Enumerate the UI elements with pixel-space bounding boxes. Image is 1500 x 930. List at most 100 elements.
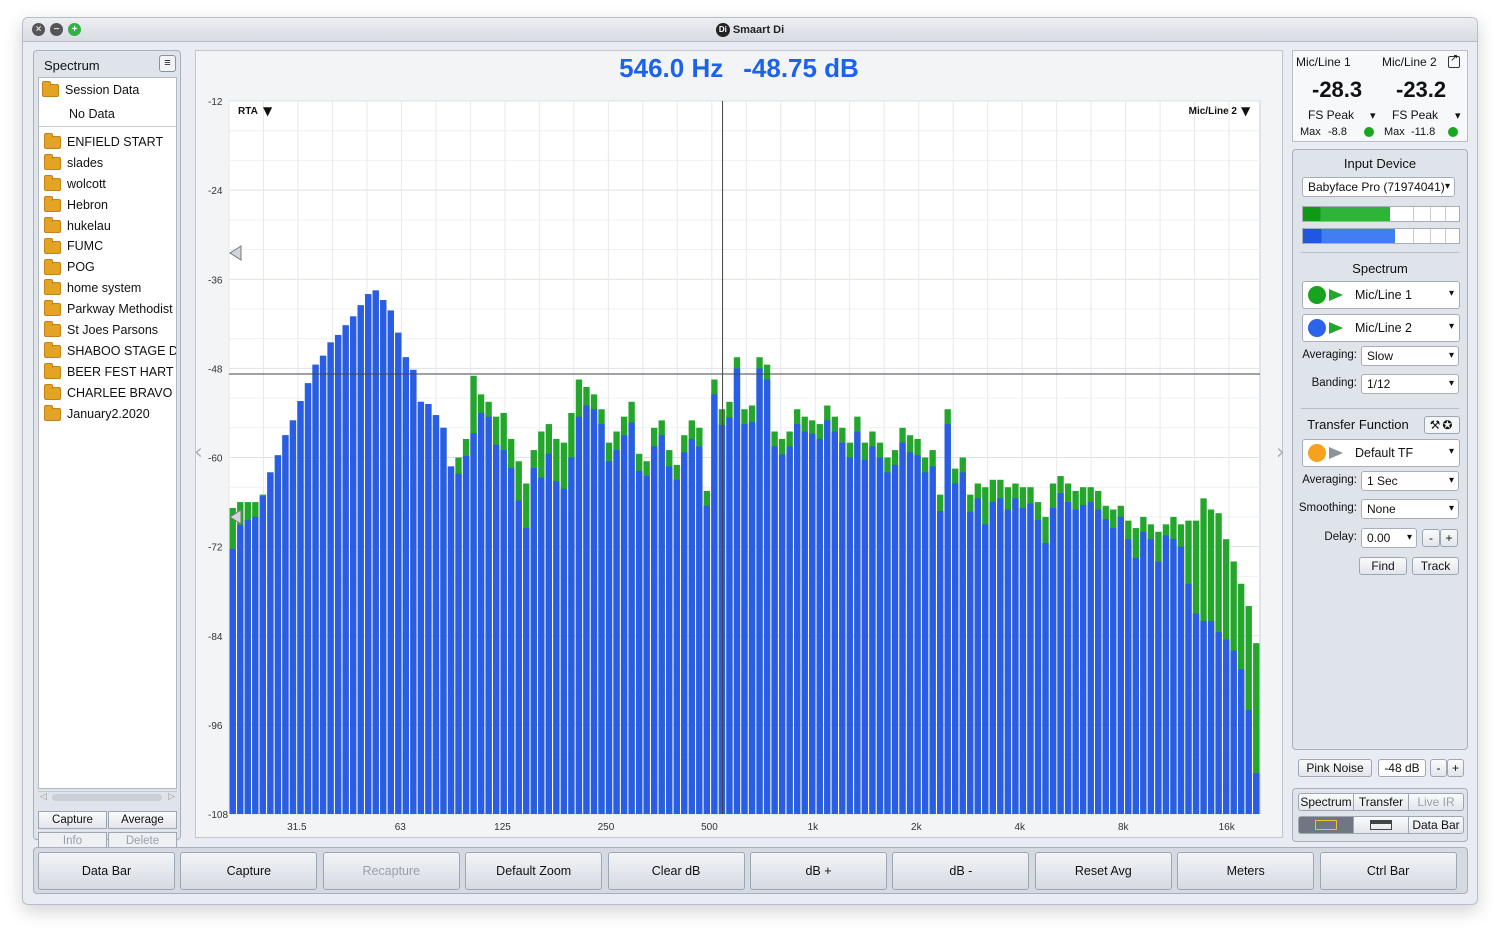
measurement-2-name: Mic/Line 2 — [1355, 321, 1412, 335]
data-bar-button[interactable]: Data Bar — [38, 852, 175, 890]
chevron-down-icon[interactable]: ▾ — [1449, 321, 1454, 332]
chevron-down-icon[interactable]: ▾ — [1449, 288, 1454, 299]
session-data-label: Session Data — [65, 83, 140, 97]
folder-item[interactable]: BEER FEST HART — [39, 362, 176, 383]
tab-spectrum[interactable]: Spectrum — [1298, 793, 1354, 811]
split-view-button[interactable] — [1353, 816, 1409, 834]
bar-mic-line-2 — [560, 488, 568, 814]
play-icon[interactable] — [1329, 447, 1343, 459]
bar-mic-line-2 — [681, 452, 688, 814]
bar-mic-line-2 — [244, 519, 251, 814]
bar-mic-line-2 — [575, 416, 583, 814]
folder-item[interactable]: CHARLEE BRAVO — [39, 383, 176, 404]
pink-noise-level[interactable]: -48 dB — [1378, 759, 1426, 777]
average-button[interactable]: Average — [108, 811, 177, 829]
data-bar-toggle[interactable]: Data Bar — [1408, 816, 1464, 834]
spectrum-measurement-1[interactable]: Mic/Line 1 ▾ — [1302, 281, 1460, 309]
pink-noise-button[interactable]: Pink Noise — [1298, 759, 1372, 777]
folder-item[interactable]: hukelau — [39, 216, 176, 237]
data-library-list[interactable]: Session Data No Data ENFIELD START slades… — [38, 77, 177, 789]
bar-mic-line-2 — [989, 502, 997, 814]
single-view-icon — [1315, 820, 1337, 830]
tf-measurement[interactable]: Default TF ▾ — [1302, 439, 1460, 467]
folder-icon — [44, 216, 61, 233]
track-button[interactable]: Track — [1412, 557, 1459, 575]
bar-mic-line-2 — [1140, 531, 1147, 814]
bar-mic-line-2 — [312, 364, 319, 814]
folder-item[interactable]: St Joes Parsons — [39, 320, 176, 341]
horizontal-scrollbar[interactable]: ◁ ▷ — [38, 791, 177, 803]
smoothing-select[interactable]: None — [1361, 499, 1459, 519]
folder-item[interactable]: wolcott — [39, 174, 176, 195]
bar-mic-line-2 — [891, 464, 899, 814]
pink-level-increase-button[interactable]: + — [1447, 759, 1464, 777]
spectrum-measurement-2[interactable]: Mic/Line 2 ▾ — [1302, 314, 1460, 342]
tf-tools-icon[interactable]: ⚒✪ — [1424, 416, 1460, 434]
session-data-item[interactable]: Session Data — [42, 81, 140, 98]
folder-item[interactable]: ENFIELD START — [39, 132, 176, 153]
window-title: Di Smaart Di — [23, 23, 1477, 37]
bar-mic-line-2 — [259, 496, 267, 814]
rta-plot[interactable]: -12 -24 -36 -48 -60 -72 -84 -96 -108 31.5 63 125 250… — [196, 51, 1284, 839]
meter-1-mode[interactable]: FS Peak — [1308, 108, 1354, 122]
banding-select[interactable]: 1/12 — [1361, 374, 1459, 394]
bar-mic-line-2 — [1110, 528, 1117, 814]
ctrl-bar-button[interactable]: Ctrl Bar — [1319, 852, 1457, 890]
play-icon[interactable] — [1329, 289, 1343, 301]
meters-button[interactable]: Meters — [1177, 852, 1315, 890]
clear-db-button[interactable]: Clear dB — [607, 852, 745, 890]
spectrum-averaging-select[interactable]: Slow — [1361, 346, 1459, 366]
bar-mic-line-2 — [1222, 639, 1230, 814]
measurement-2-color-icon[interactable] — [1308, 319, 1326, 337]
meter-2-mode[interactable]: FS Peak — [1392, 108, 1438, 122]
input-device-select[interactable]: Babyface Pro (71974041) — [1302, 177, 1455, 197]
bar-mic-line-2 — [937, 510, 944, 814]
list-menu-icon[interactable]: ≡ — [159, 55, 176, 72]
folder-item[interactable]: SHABOO STAGE D — [39, 341, 176, 362]
bar-mic-line-2 — [1192, 613, 1200, 814]
scroll-right-icon[interactable]: ▷ — [168, 791, 175, 802]
meter-2-name: Mic/Line 2 — [1382, 55, 1437, 69]
capture-button[interactable]: Capture — [38, 811, 107, 829]
rta-graph-panel[interactable]: 546.0 Hz -48.75 dB -12 -24 -36 -48 -60 -72 -84-… — [195, 50, 1284, 839]
tab-live-ir[interactable]: Live IR — [1408, 793, 1464, 811]
folder-icon — [44, 383, 61, 400]
meter-2-mode-chevron-icon[interactable]: ▾ — [1455, 109, 1461, 122]
bar-mic-line-2 — [914, 455, 921, 814]
pink-level-decrease-button[interactable]: - — [1430, 759, 1447, 777]
reset-avg-button[interactable]: Reset Avg — [1034, 852, 1172, 890]
scroll-left-icon[interactable]: ◁ — [40, 791, 47, 802]
tf-averaging-select[interactable]: 1 Sec — [1361, 471, 1459, 491]
scrollbar-thumb[interactable] — [52, 794, 162, 801]
mode-dropdown-icon: ▼ — [263, 104, 273, 118]
play-icon[interactable] — [1329, 322, 1343, 334]
measurement-1-color-icon[interactable] — [1308, 286, 1326, 304]
delay-input[interactable]: 0.00 — [1361, 528, 1417, 548]
default-zoom-button[interactable]: Default Zoom — [465, 852, 603, 890]
folder-item[interactable]: POG — [39, 257, 176, 278]
delay-decrease-button[interactable]: - — [1422, 529, 1440, 547]
folder-icon — [44, 300, 61, 317]
db-button[interactable]: dB + — [750, 852, 887, 890]
folder-item[interactable]: slades — [39, 153, 176, 174]
delay-increase-button[interactable]: + — [1440, 529, 1458, 547]
bar-mic-line-2 — [282, 435, 289, 814]
recapture-button[interactable]: Recapture — [322, 852, 460, 890]
folder-item[interactable]: January2.2020 — [39, 404, 176, 425]
tf-color-icon[interactable] — [1308, 444, 1326, 462]
folder-item[interactable]: Hebron — [39, 195, 176, 216]
chevron-down-icon[interactable]: ▾ — [1449, 446, 1454, 457]
find-button[interactable]: Find — [1359, 557, 1407, 575]
single-view-button[interactable] — [1298, 816, 1354, 834]
folder-item[interactable]: home system — [39, 278, 176, 299]
folder-item[interactable]: FUMC — [39, 236, 176, 257]
bar-mic-line-2 — [974, 498, 981, 814]
title-bar: × − + Di Smaart Di — [23, 18, 1477, 42]
input-meters: Mic/Line 1 Mic/Line 2 -28.3 -23.2 FS Pea… — [1292, 50, 1468, 142]
meter-1-mode-chevron-icon[interactable]: ▾ — [1370, 109, 1376, 122]
db-button[interactable]: dB - — [892, 852, 1030, 890]
tab-transfer[interactable]: Transfer — [1353, 793, 1409, 811]
folder-item[interactable]: Parkway Methodist — [39, 299, 176, 320]
popout-icon[interactable] — [1448, 53, 1460, 68]
capture-button[interactable]: Capture — [180, 852, 318, 890]
